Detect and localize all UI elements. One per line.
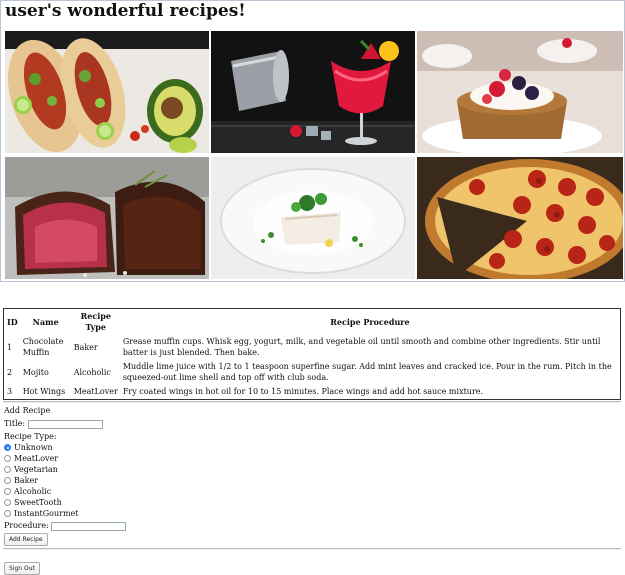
cell-procedure: Grease muffin cups. Whisk egg, yogurt, m…	[122, 337, 601, 357]
column-header-name: Name	[32, 316, 59, 327]
cell-type: Baker	[73, 342, 98, 352]
steak-photo	[5, 157, 209, 279]
procedure-label: Procedure:	[4, 521, 49, 530]
type-option-label: InstantGourmet	[14, 509, 79, 518]
title-row: Title:	[4, 418, 103, 429]
title-input[interactable]	[27, 419, 103, 429]
type-option-label: Vegetarian	[14, 465, 58, 474]
column-header-id: ID	[7, 316, 18, 327]
recipes-table: ID Name Recipe Type Recipe Procedure 1 C…	[3, 308, 621, 400]
type-option-sweettooth[interactable]: SweetTooth	[4, 497, 62, 508]
table-row: 2 Mojito Alcoholic Muddle lime juice wit…	[5, 360, 619, 384]
type-option-label: Unknown	[14, 443, 53, 452]
type-option-unknown[interactable]: Unknown	[4, 442, 53, 453]
recipe-type-label: Recipe Type:	[4, 432, 57, 441]
submit-row: Add Recipe	[4, 533, 48, 546]
fish-dish-photo	[211, 157, 415, 279]
header-gallery-panel: user's wonderful recipes!	[0, 0, 625, 282]
type-option-alcoholic[interactable]: Alcoholic	[4, 486, 51, 497]
radio[interactable]	[4, 466, 11, 473]
table-row: 1 Chocolate Muffin Baker Grease muffin c…	[5, 335, 619, 359]
procedure-row: Procedure:	[4, 520, 127, 531]
title-label: Title:	[4, 419, 26, 428]
divider	[3, 401, 621, 403]
sign-out-button[interactable]: Sign Out	[4, 562, 40, 575]
tacos-photo	[5, 31, 209, 153]
add-recipe-button[interactable]: Add Recipe	[4, 533, 48, 546]
type-option-vegetarian[interactable]: Vegetarian	[4, 464, 58, 475]
cell-type: Alcoholic	[73, 367, 111, 377]
page-title: user's wonderful recipes!	[5, 1, 246, 21]
type-option-label: Baker	[14, 476, 39, 485]
radio-selected[interactable]	[4, 444, 11, 451]
cell-procedure: Fry coated wings in hot oil for 10 to 15…	[122, 387, 484, 396]
table-row: 3 Hot Wings MeatLover Fry coated wings i…	[5, 385, 619, 398]
type-option-label: SweetTooth	[14, 498, 62, 507]
table-header-row: ID Name Recipe Type Recipe Procedure	[5, 310, 619, 334]
type-option-label: MeatLover	[14, 454, 59, 463]
radio[interactable]	[4, 455, 11, 462]
form-heading: Add Recipe	[4, 406, 51, 415]
pepperoni-pizza-photo	[417, 157, 623, 279]
type-option-baker[interactable]: Baker	[4, 475, 38, 486]
cell-type: MeatLover	[73, 387, 118, 396]
cocktail-photo	[211, 31, 415, 153]
column-header-recipe-type: Recipe Type	[80, 311, 111, 332]
cell-id: 1	[7, 342, 13, 352]
type-option-instantgourmet[interactable]: InstantGourmet	[4, 508, 79, 519]
cell-id: 2	[7, 367, 13, 377]
radio[interactable]	[4, 499, 11, 506]
radio[interactable]	[4, 488, 11, 495]
cell-procedure: Muddle lime juice with 1/2 to 1 teaspoon…	[122, 362, 612, 382]
cell-id: 3	[7, 387, 13, 396]
berry-tart-photo	[417, 31, 623, 153]
radio[interactable]	[4, 510, 11, 517]
signout-row: Sign Out	[4, 555, 40, 575]
column-header-recipe-procedure: Recipe Procedure	[330, 316, 410, 327]
type-option-label: Alcoholic	[14, 487, 52, 496]
divider	[3, 548, 621, 550]
type-option-meatlover[interactable]: MeatLover	[4, 453, 58, 464]
recipe-gallery	[5, 31, 623, 279]
procedure-input[interactable]	[51, 521, 127, 531]
cell-name: Chocolate Muffin	[22, 337, 64, 357]
radio[interactable]	[4, 477, 11, 484]
cell-name: Mojito	[22, 367, 49, 377]
cell-name: Hot Wings	[22, 387, 66, 396]
